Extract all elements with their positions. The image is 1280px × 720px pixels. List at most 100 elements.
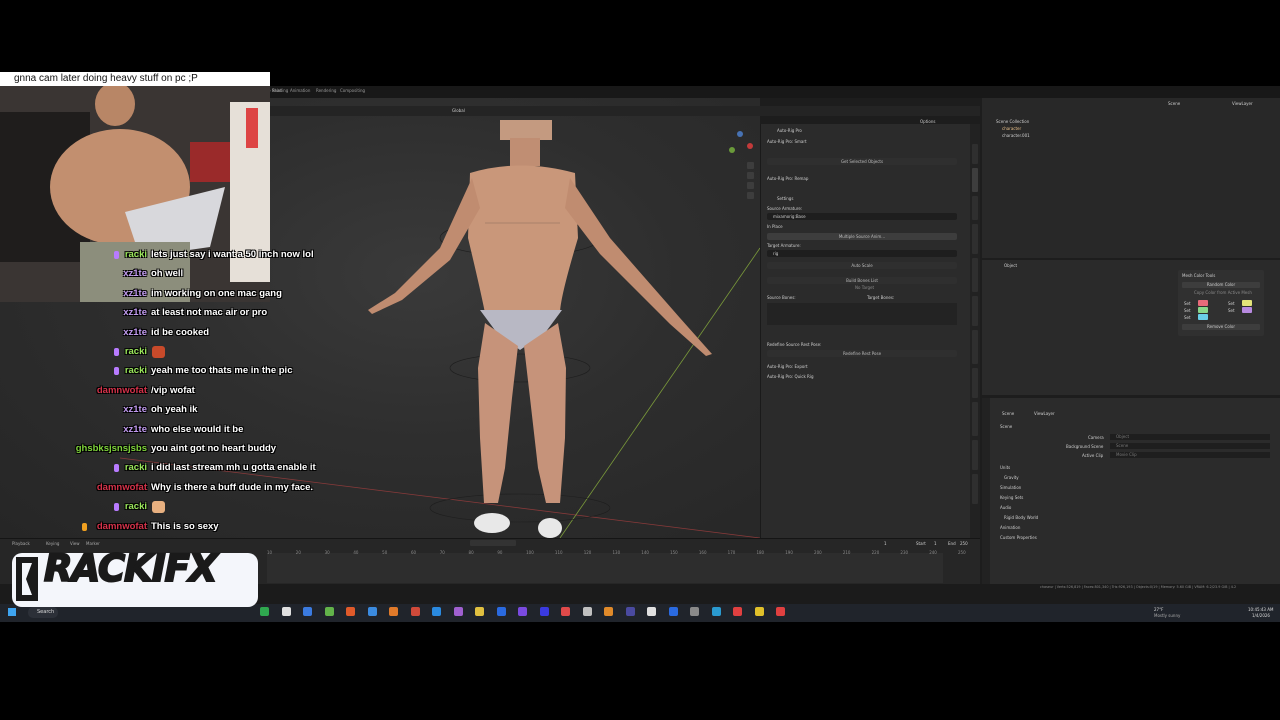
bones-list[interactable] xyxy=(767,303,957,325)
tab-shading[interactable]: Shading xyxy=(272,88,288,93)
settings-label[interactable]: Settings xyxy=(777,196,793,201)
side-tab-item[interactable] xyxy=(972,474,978,504)
taskbar-app-icon[interactable] xyxy=(668,607,678,616)
scene-collection[interactable]: Scene Collection xyxy=(996,119,1029,124)
target-armature-field[interactable]: rig xyxy=(767,250,957,257)
background-scene-field[interactable]: Scene xyxy=(1110,443,1270,449)
taskbar-app-icon[interactable] xyxy=(690,607,699,616)
playback-controls[interactable] xyxy=(470,540,516,546)
playback-menu[interactable]: Playback xyxy=(12,541,30,546)
taskbar-app-icon[interactable] xyxy=(303,607,312,616)
side-tab-item[interactable] xyxy=(972,196,978,220)
color-swatch[interactable] xyxy=(1198,314,1208,320)
side-tab-item[interactable] xyxy=(972,368,978,398)
auto-scale-button[interactable]: Auto Scale xyxy=(767,262,957,269)
taskbar-app-icon[interactable] xyxy=(754,607,764,616)
remove-color-button[interactable]: Remove Color xyxy=(1182,324,1260,330)
chat-username[interactable]: racki xyxy=(0,249,147,260)
chat-username[interactable]: xz1te xyxy=(0,268,147,279)
taskbar-app-icon[interactable] xyxy=(711,607,721,616)
panel-keying-sets[interactable]: Keying Sets xyxy=(1000,495,1023,500)
multiple-source-button[interactable]: Multiple Source Anim... xyxy=(767,233,957,240)
taskbar-app-icon[interactable] xyxy=(324,607,334,616)
weather-desc[interactable]: Mostly sunny xyxy=(1154,613,1180,618)
taskbar-app-icon[interactable] xyxy=(260,607,269,616)
weather-temp[interactable]: 27°F xyxy=(1154,607,1163,612)
tab-rendering[interactable]: Rendering xyxy=(316,88,336,93)
chat-username[interactable]: damnwofat xyxy=(0,521,147,532)
side-tab-item[interactable] xyxy=(972,330,978,364)
side-tab-item[interactable] xyxy=(972,402,978,436)
clock-date[interactable]: 1/4/2026 xyxy=(1252,613,1270,618)
taskbar-app-icon[interactable] xyxy=(582,607,592,616)
object-tab-label[interactable]: Object xyxy=(1004,263,1017,268)
camera-field[interactable]: Object xyxy=(1110,434,1270,440)
clock-time[interactable]: 10:45:43 AM xyxy=(1248,607,1273,612)
build-bones-list-button[interactable]: Build Bones List xyxy=(767,277,957,284)
taskbar-app-icon[interactable] xyxy=(647,607,656,616)
marker-menu[interactable]: Marker xyxy=(86,541,100,546)
taskbar-app-icon[interactable] xyxy=(604,607,613,616)
panel-gravity[interactable]: Gravity xyxy=(1004,475,1019,480)
taskbar-app-icon[interactable] xyxy=(539,607,549,616)
arp-smart-header[interactable]: Auto-Rig Pro: Smart xyxy=(767,139,807,144)
orientation-dropdown[interactable]: Global xyxy=(452,108,465,113)
current-frame[interactable]: 1 xyxy=(884,541,887,546)
panel-custom-properties[interactable]: Custom Properties xyxy=(1000,535,1037,540)
get-selected-button[interactable]: Get Selected Objects xyxy=(767,158,957,165)
view-menu[interactable]: View xyxy=(70,541,80,546)
taskbar-app-icon[interactable] xyxy=(281,607,291,616)
panel-animation[interactable]: Animation xyxy=(1000,525,1020,530)
chat-username[interactable]: racki xyxy=(0,501,147,512)
taskbar-app-icon[interactable] xyxy=(432,607,441,616)
taskbar-app-icon[interactable] xyxy=(625,607,635,616)
source-armature-field[interactable]: mixamorig:Base xyxy=(767,213,957,220)
view-layer-selector[interactable]: ViewLayer xyxy=(1232,101,1253,106)
outliner-item[interactable]: character.001 xyxy=(1002,133,1030,138)
taskbar-app-icon[interactable] xyxy=(518,607,527,616)
side-tab-item[interactable] xyxy=(972,258,978,292)
taskbar-app-icon[interactable] xyxy=(496,607,506,616)
tab-animation[interactable]: Animation xyxy=(290,88,310,93)
taskbar-app-icon[interactable] xyxy=(475,607,484,616)
panel-audio[interactable]: Audio xyxy=(1000,505,1011,510)
color-swatch[interactable] xyxy=(1198,307,1208,313)
side-tab-arp[interactable] xyxy=(972,168,978,192)
random-color-button[interactable]: Random Color xyxy=(1182,282,1260,288)
taskbar-app-icon[interactable] xyxy=(346,607,355,616)
panel-units[interactable]: Units xyxy=(1000,465,1010,470)
taskbar-app-icon[interactable] xyxy=(389,607,398,616)
side-tab-item[interactable] xyxy=(972,440,978,470)
chat-username[interactable]: racki xyxy=(0,462,147,473)
chat-username[interactable]: xz1te xyxy=(0,288,147,299)
active-clip-field[interactable]: Movie Clip xyxy=(1110,452,1270,458)
timeline-track[interactable] xyxy=(267,553,943,583)
side-tab-item[interactable] xyxy=(972,296,978,326)
side-tab-item[interactable] xyxy=(972,144,978,164)
tab-compositing[interactable]: Compositing xyxy=(340,88,365,93)
chat-username[interactable]: racki xyxy=(0,346,147,357)
side-tab-item[interactable] xyxy=(972,224,978,254)
color-swatch[interactable] xyxy=(1242,300,1252,306)
scene-selector[interactable]: Scene xyxy=(1168,101,1180,106)
end-frame[interactable]: 250 xyxy=(960,541,968,546)
chat-username[interactable]: damnwofat xyxy=(0,482,147,493)
start-frame[interactable]: 1 xyxy=(934,541,937,546)
chat-username[interactable]: damnwofat xyxy=(0,385,147,396)
taskbar-app-icon[interactable] xyxy=(453,607,463,616)
arp-remap-header[interactable]: Auto-Rig Pro: Remap xyxy=(767,176,808,181)
outliner-item[interactable]: character xyxy=(1002,126,1021,131)
taskbar-app-icon[interactable] xyxy=(561,607,570,616)
taskbar-app-icon[interactable] xyxy=(733,607,742,616)
color-swatch[interactable] xyxy=(1198,300,1208,306)
panel-simulation[interactable]: Simulation xyxy=(1000,485,1021,490)
panel-rigid-body-world[interactable]: Rigid Body World xyxy=(1004,515,1038,520)
arp-quick-rig-header[interactable]: Auto-Rig Pro: Quick Rig xyxy=(767,374,813,379)
arp-export-header[interactable]: Auto-Rig Pro: Export xyxy=(767,364,808,369)
taskbar-app-icon[interactable] xyxy=(410,607,420,616)
in-place-checkbox[interactable]: In Place xyxy=(767,224,783,229)
taskbar-app-icon[interactable] xyxy=(776,607,785,616)
chat-username[interactable]: xz1te xyxy=(0,404,147,415)
redefine-rest-button[interactable]: Redefine Rest Pose xyxy=(767,350,957,357)
chat-username[interactable]: xz1te xyxy=(0,424,147,435)
